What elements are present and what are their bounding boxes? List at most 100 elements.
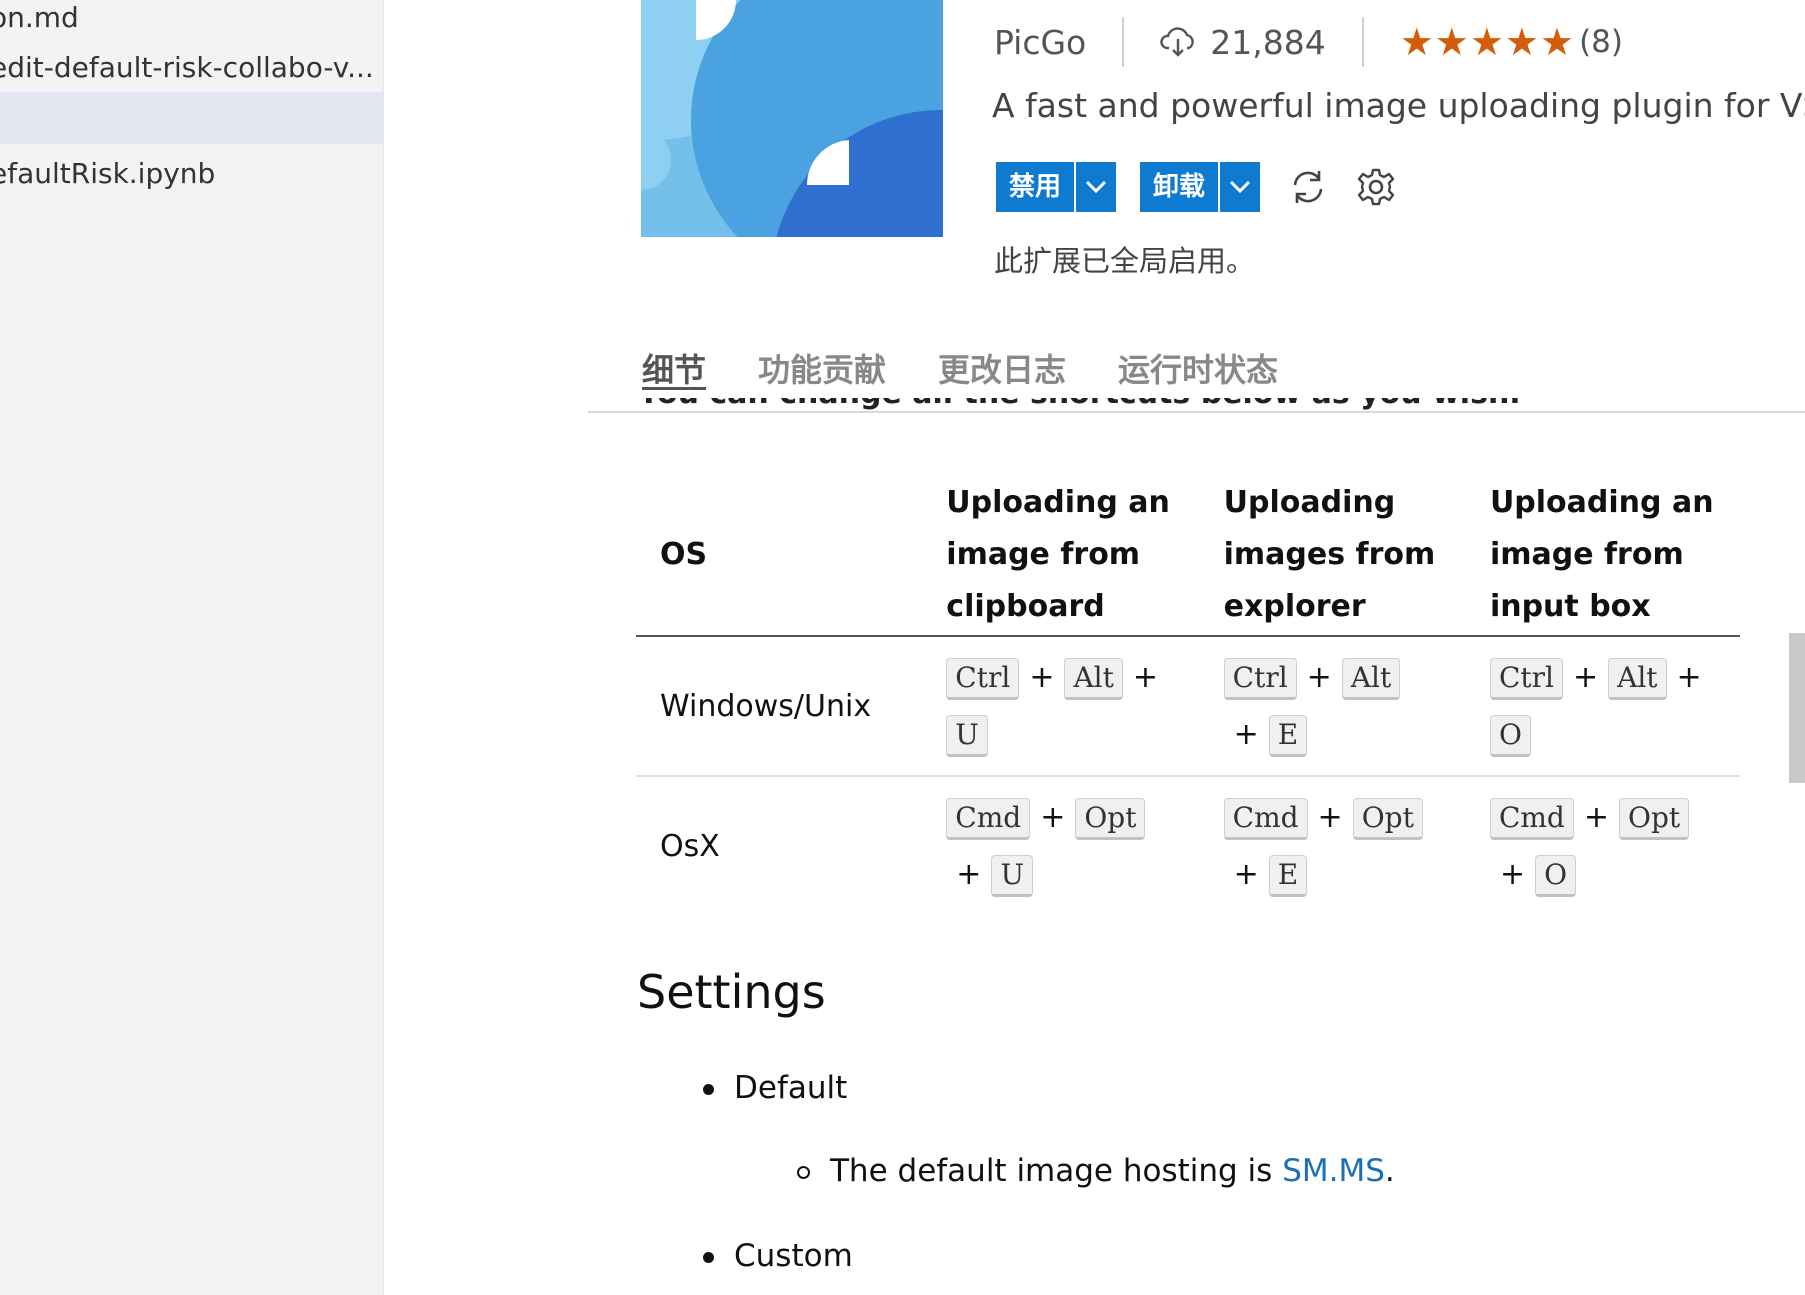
tab-runtime-status[interactable]: 运行时状态 [1118,345,1278,397]
sync-icon [1293,171,1323,203]
rating-stars[interactable]: ★★★★★ [1400,20,1575,64]
key-cap: U [946,714,988,757]
clipped-paragraph: You can change all the shortcuts below a… [638,398,1521,412]
table-row: Windows/Unix Ctrl + Alt + U Ctrl + Alt + E Ctrl + Alt… [636,636,1740,777]
clipped-paragraph-text: You can change all the shortcuts below a… [638,398,1521,411]
extension-meta: PicGo 21,884 ★★★★★ (8) [994,16,1623,68]
sync-button[interactable] [1284,163,1332,211]
extension-details-page: PicGo 21,884 ★★★★★ (8) A fast and powerf… [384,0,1805,1295]
list-item-label: Default [734,1070,848,1106]
chevron-down-icon [1085,180,1107,194]
disable-dropdown-button[interactable] [1074,162,1117,212]
plus-sign: + [1306,660,1332,695]
disable-button-group: 禁用 [996,162,1117,212]
list-item-text: The default image hosting is [830,1153,1283,1189]
file-label: edit-default-risk-collabo-v... [0,51,374,84]
plus-sign: + [1132,660,1159,695]
settings-button[interactable] [1352,163,1400,211]
disable-button[interactable]: 禁用 [996,162,1075,212]
key-cap: Cmd [1489,797,1574,840]
file-label: efaultRisk.ipynb [0,157,216,190]
uninstall-button[interactable]: 卸载 [1140,162,1219,212]
shortcut-cell: Ctrl + Alt + E [1199,636,1466,777]
explorer-sidebar: on.md edit-default-risk-collabo-v... efa… [0,0,384,1295]
scrollbar-thumb[interactable] [1789,633,1805,783]
plus-sign: + [1499,857,1526,892]
action-bar: 禁用 卸载 [996,162,1420,212]
shortcut-cell: Cmd + Opt+ U [922,776,1199,915]
plus-sign: + [1317,800,1343,835]
settings-heading: Settings [637,965,826,1019]
shortcut-cell: Cmd + Opt+ O [1466,776,1740,915]
sidebar-file-item[interactable]: efaultRisk.ipynb [0,148,383,200]
plus-sign: + [1029,660,1055,695]
header-os: OS [636,475,923,637]
header-input-box: Uploading an image from input box [1465,475,1740,637]
extension-description: A fast and powerful image uploading plug… [992,86,1805,125]
plus-sign: + [1676,660,1702,695]
tab-changelog[interactable]: 更改日志 [938,345,1066,397]
list-item: Default [703,1070,847,1106]
key-cap: Opt [1075,797,1146,840]
table-header-row: OS Uploading an image from clipboard Upl… [636,475,1740,637]
plus-sign: + [1233,857,1259,892]
list-item-punct: . [1384,1153,1395,1189]
plus-sign: + [1233,717,1259,752]
meta-separator [1122,17,1125,67]
rating-count: (8) [1579,24,1623,60]
key-cap: Alt [1341,657,1401,700]
uninstall-button-group: 卸载 [1140,162,1261,212]
extension-logo [641,0,943,237]
plus-sign: + [1583,800,1609,835]
bullet-circle [797,1166,810,1179]
gear-icon [1357,168,1395,206]
shortcut-cell: Ctrl + Alt + U [922,636,1200,777]
shortcut-cell: Cmd + Opt + E [1200,776,1466,915]
file-label: on.md [0,1,79,34]
sidebar-file-item-selected[interactable] [0,92,383,144]
key-cap: U [991,854,1034,897]
bullet-dot [703,1252,714,1263]
key-cap: O [1535,854,1577,897]
key-cap: E [1268,854,1308,897]
plus-sign: + [1572,660,1599,695]
shortcut-table: OS Uploading an image from clipboard Upl… [636,475,1740,915]
shortcut-cell: Ctrl + Alt + O [1465,636,1740,777]
install-count: 21,884 [1210,22,1326,62]
sidebar-file-item[interactable]: on.md [0,0,383,44]
os-cell: Windows/Unix [636,636,923,777]
key-cap: O [1489,714,1531,757]
header-explorer: Uploading images from explorer [1199,475,1466,637]
key-cap: E [1268,714,1308,757]
key-cap: Ctrl [1223,657,1297,700]
key-cap: Cmd [1223,797,1308,840]
key-cap: Alt [1064,657,1123,700]
os-cell: OsX [660,828,720,864]
detail-tabs: 细节 功能贡献 更改日志 运行时状态 [642,345,1330,397]
key-cap: Opt [1352,797,1423,840]
publisher-name[interactable]: PicGo [994,23,1086,62]
table-row: OsX Cmd + Opt+ U Cmd + Opt+ E Cmd + Opt+ O [636,776,1740,915]
plus-sign: + [956,857,982,892]
uninstall-dropdown-button[interactable] [1218,162,1261,212]
smms-link[interactable]: SM.MS [1282,1153,1385,1189]
cloud-download-icon [1160,27,1194,57]
list-item: Custom [703,1238,853,1274]
sidebar-file-item[interactable]: edit-default-risk-collabo-v... [0,42,383,94]
key-cap: Opt [1618,797,1690,840]
meta-separator [1361,17,1364,67]
tab-divider [588,411,1805,413]
list-item: The default image hosting is SM.MS. [797,1153,1395,1189]
key-cap: Cmd [946,797,1031,840]
key-cap: Alt [1608,657,1667,700]
tab-contributions[interactable]: 功能贡献 [758,345,886,397]
chevron-down-icon [1229,180,1251,194]
plus-sign: + [1040,800,1066,835]
header-clipboard: Uploading an image from clipboard [922,475,1200,637]
key-cap: Ctrl [1489,657,1563,700]
key-cap: Ctrl [946,657,1020,700]
tab-details[interactable]: 细节 [642,345,706,397]
list-item-label: Custom [734,1238,853,1274]
bullet-dot [703,1084,714,1095]
enablement-status: 此扩展已全局启用。 [994,244,1256,278]
